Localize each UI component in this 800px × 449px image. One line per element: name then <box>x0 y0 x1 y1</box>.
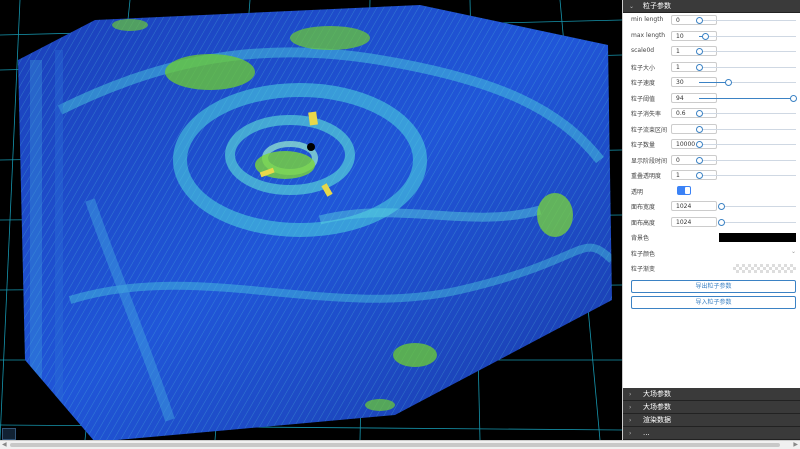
param-row: 粒子消失率 0.6 <box>623 106 800 122</box>
axis-helper-icon <box>2 428 16 440</box>
param-slider[interactable] <box>696 125 796 133</box>
particle-gradient-label: 粒子渐变 <box>631 266 656 273</box>
param-row: min length 0 <box>623 13 800 29</box>
param-label: scale0d <box>631 47 655 54</box>
bg-width-slider[interactable] <box>718 203 796 210</box>
param-label: 粒子阈值 <box>631 95 656 103</box>
param-label: max length <box>631 31 666 39</box>
transparent-row: 透明 <box>623 184 800 200</box>
scroll-left-icon[interactable]: ◀ <box>2 441 7 449</box>
param-label: 粒子消失率 <box>631 111 662 118</box>
bg-height-label: 面布高度 <box>631 219 656 227</box>
slider-thumb[interactable] <box>696 63 703 71</box>
section-title: 粒子参数 <box>643 1 671 10</box>
particle-gradient-row: 粒子渐变 <box>623 261 800 277</box>
chevron-right-icon: › <box>629 429 632 437</box>
collapsed-section-header[interactable]: ›... <box>623 427 800 440</box>
bg-height-input[interactable]: 1024 <box>671 216 717 227</box>
gradient-swatch[interactable] <box>733 264 796 273</box>
collapsed-section-header[interactable]: › 渲染数据 <box>623 414 800 427</box>
param-label: min length <box>631 16 664 23</box>
3d-viewport[interactable] <box>0 0 622 440</box>
bg-width-label: 面布宽度 <box>631 204 656 211</box>
slider-thumb[interactable] <box>701 32 709 40</box>
bg-color-row: 背景色 <box>623 230 800 246</box>
bg-width-row: 面布宽度 1024 <box>623 199 800 215</box>
bg-height-row: 面布高度 1024 <box>623 215 800 231</box>
chevron-down-icon[interactable]: ⌄ <box>719 248 796 258</box>
param-slider[interactable] <box>696 110 796 117</box>
particle-color-label: 粒子颜色 <box>631 250 656 258</box>
param-label: 显示阶段时间 <box>631 157 668 165</box>
collapsed-section-header[interactable]: › 大场参数 <box>623 401 800 414</box>
param-slider[interactable] <box>699 94 798 102</box>
vector-field-surface <box>18 5 612 440</box>
slider-thumb[interactable] <box>696 141 703 148</box>
param-row: 粒子数量 10000 <box>623 137 800 153</box>
param-label: 重叠透明度 <box>631 173 662 180</box>
param-slider[interactable] <box>699 79 796 86</box>
transparent-label: 透明 <box>631 188 644 196</box>
horizontal-scrollbar[interactable]: ◀ ▶ <box>0 440 800 449</box>
param-row: 粒子阈值 94 <box>623 91 800 107</box>
collapsed-section-header[interactable]: › 大场参数 <box>623 388 800 401</box>
chevron-down-icon: ⌄ <box>629 2 635 10</box>
scroll-right-icon[interactable]: ▶ <box>793 441 798 449</box>
param-slider[interactable] <box>696 141 796 148</box>
section-title: 大场参数 <box>643 402 671 411</box>
chevron-right-icon: › <box>629 403 632 411</box>
collapsed-sections: › 大场参数 › 大场参数 › 渲染数据 ›... <box>623 388 800 440</box>
slider-thumb[interactable] <box>696 17 703 24</box>
param-label: 粒子数量 <box>631 142 656 149</box>
param-row: 粒子速度 30 <box>623 75 800 91</box>
section-title: 大场参数 <box>643 389 671 398</box>
bg-height-slider[interactable] <box>718 218 796 226</box>
param-row: scale0d 1 <box>623 44 800 60</box>
param-row: 重叠透明度 1 <box>623 168 800 184</box>
scroll-thumb[interactable] <box>10 443 780 447</box>
chevron-right-icon: › <box>629 416 632 424</box>
chevron-right-icon: › <box>629 390 632 398</box>
param-row: max length 10 <box>623 29 800 45</box>
param-label: 粒子速度 <box>631 80 656 87</box>
param-slider[interactable] <box>696 48 796 55</box>
slider-thumb[interactable] <box>696 125 703 133</box>
particle-field-canvas[interactable] <box>0 0 622 440</box>
transparent-toggle[interactable] <box>677 185 691 195</box>
slider-thumb[interactable] <box>696 156 703 164</box>
bg-color-swatch[interactable] <box>719 233 796 242</box>
import-params-button[interactable]: 导入粒子参数 <box>631 295 796 309</box>
bg-width-input[interactable]: 1024 <box>671 201 717 211</box>
param-list: min length 0 max length 10 scale0d 1 粒子大小 1 粒子速度… <box>623 13 800 184</box>
export-params-button[interactable]: 导出粒子参数 <box>631 279 796 293</box>
param-row: 粒子大小 1 <box>623 60 800 76</box>
particle-color-row: 粒子颜色 ⌄ <box>623 246 800 262</box>
section-title: 渲染数据 <box>643 415 671 424</box>
slider-thumb[interactable] <box>696 110 703 117</box>
param-label: 粒子大小 <box>631 64 656 72</box>
param-slider[interactable] <box>696 17 796 24</box>
param-row: 显示阶段时间 0 <box>623 153 800 169</box>
slider-thumb[interactable] <box>725 79 733 86</box>
section-title: ... <box>643 428 650 437</box>
param-label: 粒子流束区间 <box>631 126 668 134</box>
param-slider[interactable] <box>699 32 796 40</box>
param-slider[interactable] <box>696 172 796 179</box>
slider-thumb[interactable] <box>790 94 798 102</box>
slider-thumb[interactable] <box>696 172 703 179</box>
control-panel: ⌄ 粒子参数 min length 0 max length 10 scale0d 1 粒子… <box>622 0 800 440</box>
particle-section-header[interactable]: ⌄ 粒子参数 <box>623 0 800 13</box>
bg-color-label: 背景色 <box>631 235 650 242</box>
param-slider[interactable] <box>696 156 796 164</box>
param-row: 粒子流束区间 <box>623 122 800 138</box>
param-slider[interactable] <box>696 63 796 71</box>
slider-thumb[interactable] <box>696 48 703 55</box>
